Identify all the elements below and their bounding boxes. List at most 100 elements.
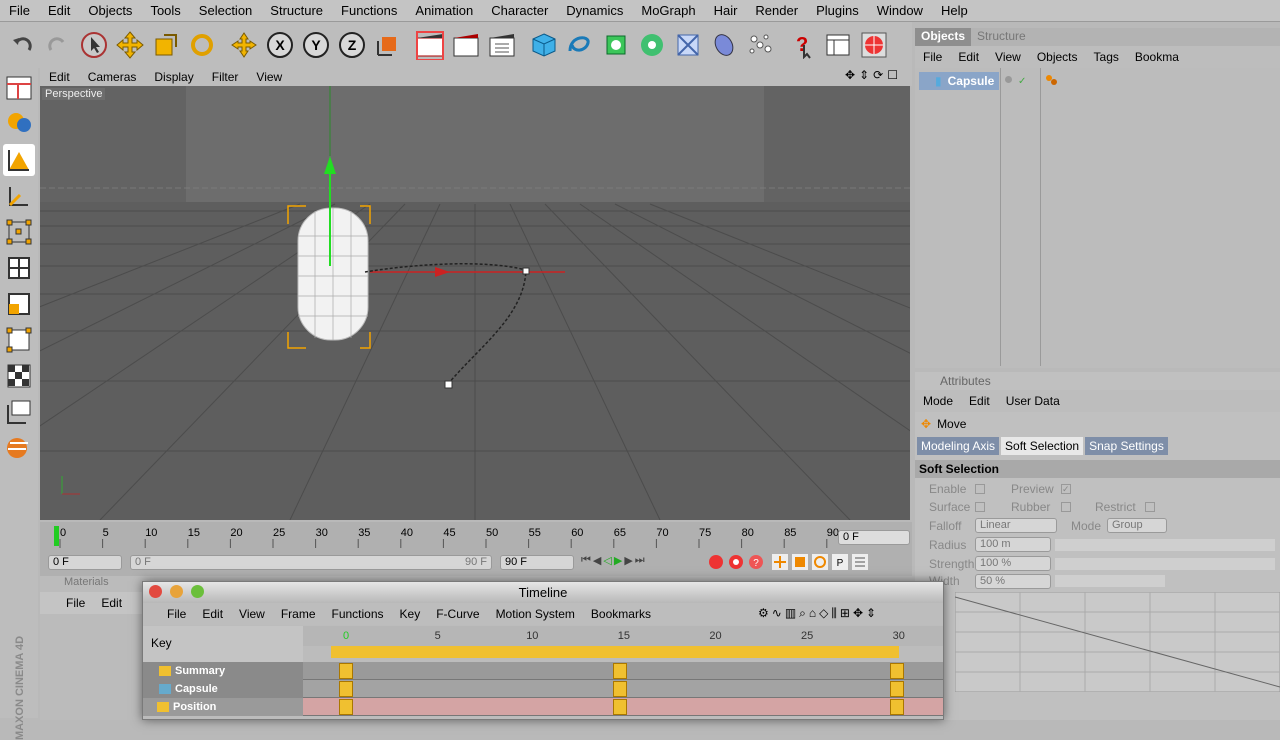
autokey-icon[interactable] <box>728 554 744 570</box>
menu-file[interactable]: File <box>0 3 39 18</box>
array-button[interactable] <box>636 27 668 63</box>
keyframe[interactable] <box>890 699 904 715</box>
timeline-menu-file[interactable]: File <box>159 607 194 621</box>
track-keys[interactable] <box>303 698 943 716</box>
tab-soft-selection[interactable]: Soft Selection <box>1001 437 1084 455</box>
viewport-layout-icon[interactable] <box>3 72 35 104</box>
undo-button[interactable] <box>6 27 38 63</box>
frame-icon[interactable]: ⊞ <box>840 606 850 621</box>
object-mode-icon[interactable] <box>3 324 35 356</box>
model-mode-icon[interactable] <box>3 108 35 140</box>
surface-checkbox[interactable] <box>975 502 985 512</box>
main-timeline[interactable]: 0 5 10 15 20 25 30 35 40 45 50 55 60 65 70 75 80 85 90 0 F… <box>40 522 912 576</box>
sculpt-icon[interactable] <box>3 432 35 464</box>
tab-snap-settings[interactable]: Snap Settings <box>1085 437 1168 455</box>
menu-selection[interactable]: Selection <box>190 3 261 18</box>
next-key-icon[interactable]: ▶ <box>624 554 632 567</box>
nurbs-button[interactable] <box>600 27 632 63</box>
falloff-select[interactable]: Linear <box>975 518 1057 533</box>
track-row[interactable]: Capsule <box>143 680 943 698</box>
track-row[interactable]: Summary <box>143 662 943 680</box>
preview-range-bar[interactable] <box>331 646 899 658</box>
render-picture-viewer-button[interactable] <box>450 27 482 63</box>
menu-dynamics[interactable]: Dynamics <box>557 3 632 18</box>
redo-button[interactable] <box>42 27 74 63</box>
attributes-menu-edit[interactable]: Edit <box>961 394 998 408</box>
pla-key-icon[interactable] <box>852 554 868 570</box>
perspective-viewport[interactable]: Perspective <box>40 86 910 520</box>
layout-button[interactable] <box>822 27 854 63</box>
scale-key-icon[interactable] <box>792 554 808 570</box>
coordinate-system-button[interactable] <box>372 27 404 63</box>
render-view-button[interactable] <box>414 27 446 63</box>
play-forward-icon[interactable]: ▶ <box>614 554 622 567</box>
pan-timeline-icon[interactable]: ✥ <box>853 606 863 621</box>
timeline-menu-view[interactable]: View <box>231 607 273 621</box>
viewport-menu-cameras[interactable]: Cameras <box>79 70 146 84</box>
menu-edit[interactable]: Edit <box>39 3 79 18</box>
viewport-menu-view[interactable]: View <box>247 70 291 84</box>
timeline-menu-bookmarks[interactable]: Bookmarks <box>583 607 659 621</box>
timeline-menu-frame[interactable]: Frame <box>273 607 324 621</box>
keyframe-selection-icon[interactable]: ? <box>748 554 764 570</box>
visibility-dots[interactable]: ✓ <box>1005 76 1026 87</box>
materials-menu-file[interactable]: File <box>66 596 85 610</box>
search-icon[interactable]: ⌕ <box>799 606 806 621</box>
tab-structure[interactable]: Structure <box>971 28 1032 46</box>
materials-menu-edit[interactable]: Edit <box>101 596 122 610</box>
keyframe[interactable] <box>890 663 904 679</box>
track-keys[interactable] <box>303 680 943 698</box>
help-button[interactable]: ? <box>786 27 818 63</box>
deformer-button[interactable] <box>672 27 704 63</box>
link-icon[interactable]: ◇ <box>819 606 828 621</box>
position-key-icon[interactable] <box>772 554 788 570</box>
orbit-icon[interactable]: ⟳ <box>873 68 883 82</box>
polygons-mode-icon[interactable] <box>3 288 35 320</box>
record-icon[interactable] <box>708 554 724 570</box>
move-axis-button[interactable] <box>228 27 260 63</box>
render-settings-button[interactable] <box>486 27 518 63</box>
fcurve-mode-icon[interactable]: ∿ <box>772 606 782 621</box>
cube-primitive-button[interactable] <box>528 27 560 63</box>
key-mode-icon[interactable]: ⚙ <box>758 606 769 621</box>
preview-checkbox[interactable]: ✓ <box>1061 484 1071 494</box>
menu-structure[interactable]: Structure <box>261 3 332 18</box>
rubber-checkbox[interactable] <box>1061 502 1071 512</box>
width-slider[interactable] <box>1055 575 1165 587</box>
restrict-checkbox[interactable] <box>1145 502 1155 512</box>
prev-key-icon[interactable]: ◀ <box>593 554 601 567</box>
keyframe[interactable] <box>339 663 353 679</box>
menu-functions[interactable]: Functions <box>332 3 406 18</box>
menu-help[interactable]: Help <box>932 3 977 18</box>
points-mode-icon[interactable] <box>3 216 35 248</box>
enable-checkbox[interactable] <box>975 484 985 494</box>
keyframe[interactable] <box>339 681 353 697</box>
parameter-key-icon[interactable]: P <box>832 554 848 570</box>
timeline-menu-functions[interactable]: Functions <box>324 607 392 621</box>
live-selection-button[interactable] <box>78 27 110 63</box>
strength-field[interactable]: 100 % <box>975 556 1051 571</box>
close-icon[interactable] <box>149 585 162 598</box>
attributes-menu-mode[interactable]: Mode <box>915 394 961 408</box>
tab-objects[interactable]: Objects <box>915 28 972 46</box>
objects-menu-view[interactable]: View <box>987 50 1029 64</box>
play-backward-icon[interactable]: ◁ <box>603 554 611 567</box>
z-axis-lock-button[interactable]: Z <box>336 27 368 63</box>
tab-modeling-axis[interactable]: Modeling Axis <box>917 437 1000 455</box>
timeline-titlebar[interactable]: Timeline <box>143 582 943 603</box>
move-tool-button[interactable] <box>114 27 146 63</box>
viewport-menu-display[interactable]: Display <box>145 70 202 84</box>
timeline-menu-motion-system[interactable]: Motion System <box>488 607 583 621</box>
objects-menu-bookma[interactable]: Bookma <box>1127 50 1187 64</box>
range-icon[interactable]: ⫼ <box>831 606 837 621</box>
timeline-menu-edit[interactable]: Edit <box>194 607 231 621</box>
mode-select[interactable]: Group <box>1107 518 1167 533</box>
scale-tool-button[interactable] <box>150 27 182 63</box>
maximize-icon[interactable]: ☐ <box>887 68 898 82</box>
minimize-icon[interactable] <box>170 585 183 598</box>
current-frame-field[interactable]: 0 F <box>838 530 910 545</box>
timeline-menu-key[interactable]: Key <box>392 607 429 621</box>
home-icon[interactable]: ⌂ <box>809 606 816 621</box>
end-frame-field[interactable]: 90 F <box>500 555 574 570</box>
objects-menu-edit[interactable]: Edit <box>950 50 987 64</box>
